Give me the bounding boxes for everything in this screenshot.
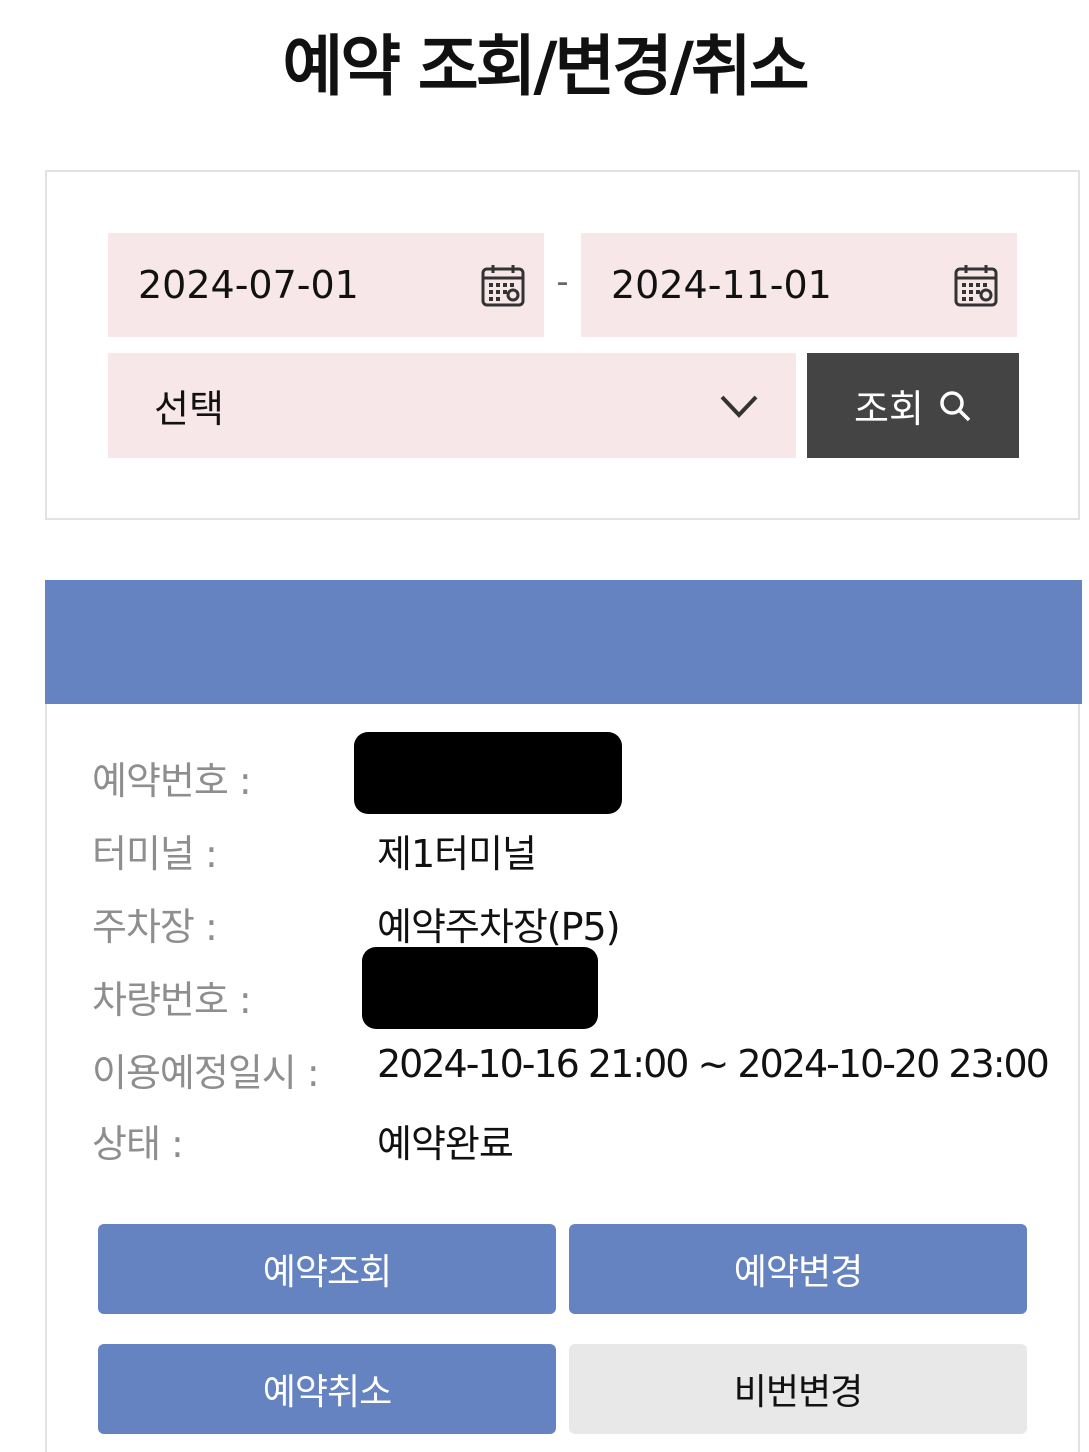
end-date-input[interactable]: 2024-11-01 bbox=[581, 233, 1017, 337]
end-date-value: 2024-11-01 bbox=[611, 263, 832, 307]
reservation-number-row: 예약번호 : bbox=[92, 732, 1052, 814]
search-panel: 2024-07-01 - 2024-11-01 선택 조회 bbox=[45, 170, 1080, 520]
calendar-icon[interactable] bbox=[480, 263, 526, 309]
start-date-value: 2024-07-01 bbox=[138, 263, 359, 307]
date-separator: - bbox=[556, 262, 569, 302]
status-value: 예약완료 bbox=[377, 1122, 514, 1166]
vehicle-label: 차량번호 : bbox=[92, 978, 252, 1022]
calendar-icon[interactable] bbox=[953, 263, 999, 309]
terminal-value: 제1터미널 bbox=[377, 832, 537, 876]
period-value: 2024-10-16 21:00 ~ 2024-10-20 23:00 bbox=[377, 1042, 1050, 1086]
card-header-bar bbox=[45, 580, 1082, 704]
search-icon bbox=[940, 390, 971, 421]
view-reservation-button[interactable]: 예약조회 bbox=[98, 1224, 556, 1314]
parking-value: 예약주차장(P5) bbox=[377, 905, 621, 949]
cancel-reservation-button[interactable]: 예약취소 bbox=[98, 1344, 556, 1434]
page-title: 예약 조회/변경/취소 bbox=[282, 28, 810, 105]
parking-label: 주차장 : bbox=[92, 905, 218, 949]
reservation-card: 예약번호 : 터미널 : 제1터미널 주차장 : 예약주차장(P5) 차량번호 … bbox=[45, 580, 1082, 1452]
start-date-input[interactable]: 2024-07-01 bbox=[108, 233, 544, 337]
change-password-button[interactable]: 비번변경 bbox=[569, 1344, 1027, 1434]
status-label: 상태 : bbox=[92, 1122, 184, 1166]
terminal-label: 터미널 : bbox=[92, 832, 218, 876]
category-select[interactable]: 선택 bbox=[108, 353, 796, 458]
terminal-row: 터미널 : 제1터미널 bbox=[92, 815, 1052, 876]
reservation-number-label: 예약번호 : bbox=[92, 759, 252, 803]
vehicle-row: 차량번호 : bbox=[92, 947, 1052, 1029]
search-button[interactable]: 조회 bbox=[807, 353, 1019, 458]
parking-row: 주차장 : 예약주차장(P5) bbox=[92, 888, 1052, 949]
redacted-reservation-number bbox=[354, 732, 622, 814]
search-button-label: 조회 bbox=[854, 387, 924, 431]
redacted-vehicle-number bbox=[362, 947, 598, 1029]
period-row: 이용예정일시 : 2024-10-16 21:00 ~ 2024-10-20 2… bbox=[92, 1034, 1052, 1095]
change-reservation-button[interactable]: 예약변경 bbox=[569, 1224, 1027, 1314]
chevron-down-icon bbox=[720, 395, 758, 418]
period-label: 이용예정일시 : bbox=[92, 1051, 320, 1095]
status-row: 상태 : 예약완료 bbox=[92, 1105, 1052, 1166]
category-select-value: 선택 bbox=[154, 387, 224, 431]
